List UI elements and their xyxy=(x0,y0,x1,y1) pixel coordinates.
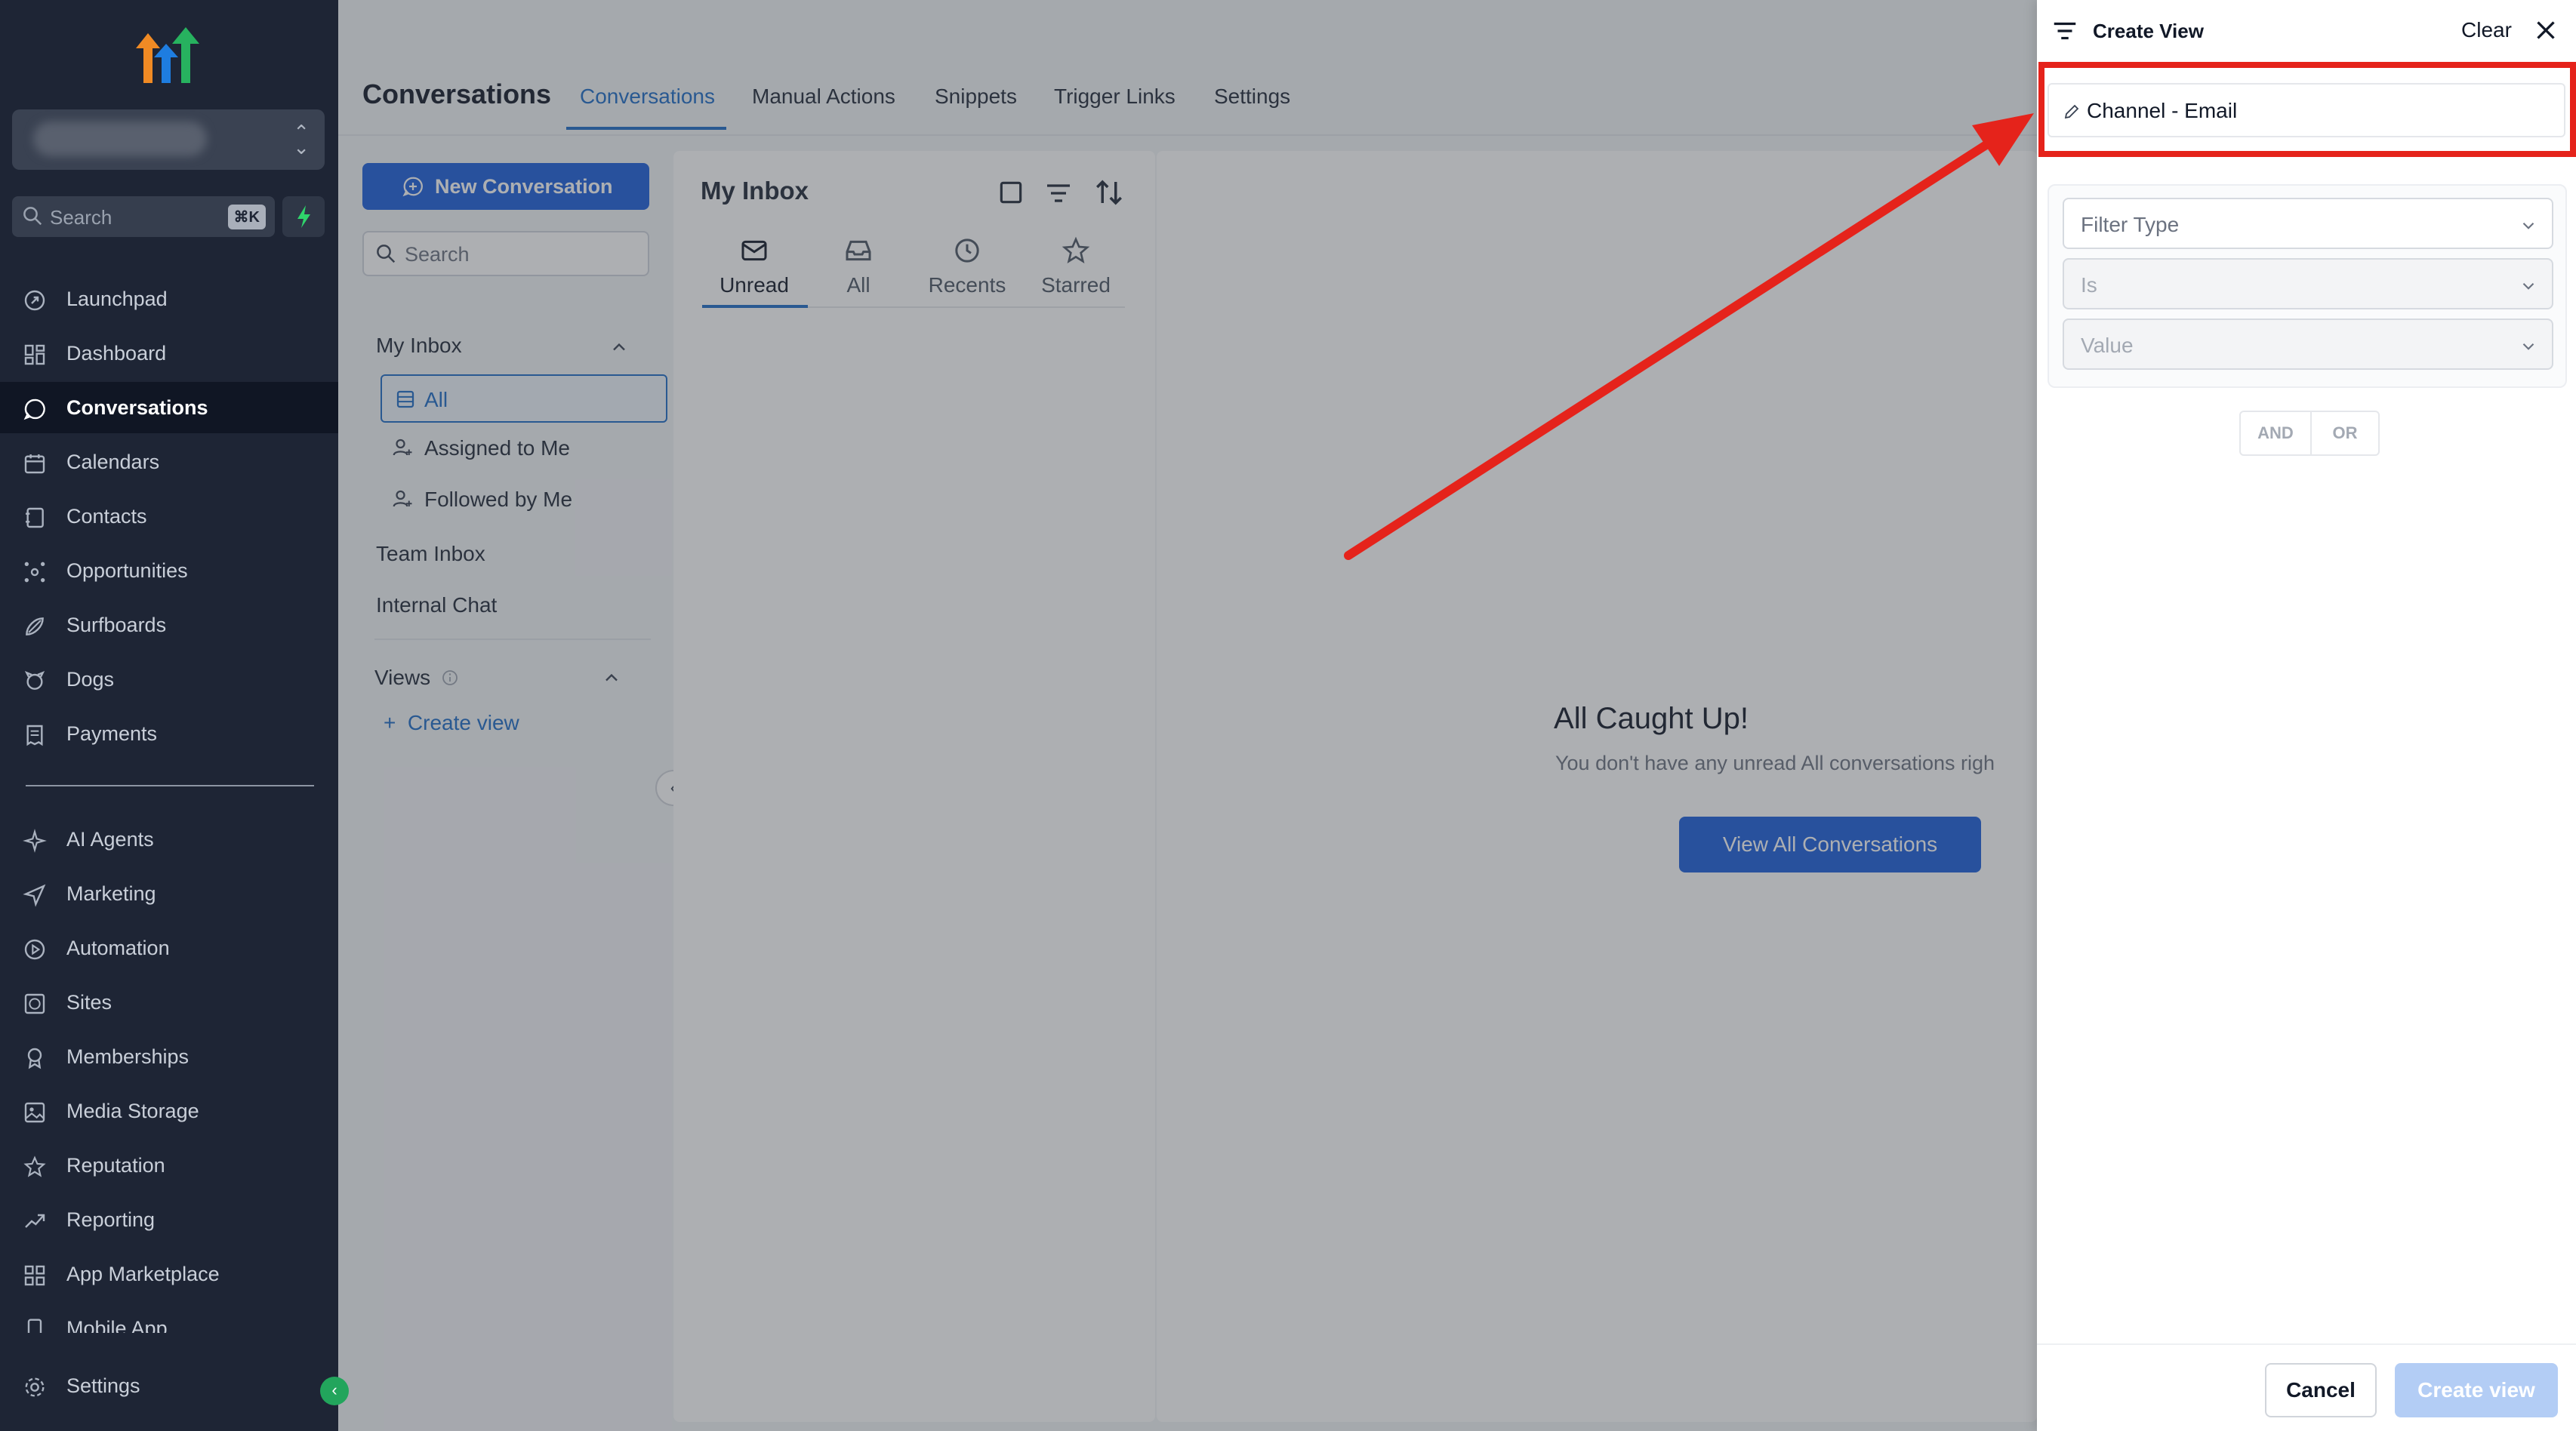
sidebar-item-settings[interactable]: Settings xyxy=(0,1360,338,1411)
select-value: Is xyxy=(2081,273,2097,297)
sidebar-item-memberships[interactable]: Memberships xyxy=(0,1031,338,1082)
sidebar-item-label: Calendars xyxy=(66,451,160,473)
chevron-updown-icon: ⌃ ⌄ xyxy=(293,121,310,158)
operator-select[interactable]: Is xyxy=(2063,258,2553,309)
sidebar-item-label: Payments xyxy=(66,722,158,745)
sidebar-item-media-storage[interactable]: Media Storage xyxy=(0,1085,338,1137)
select-value: Filter Type xyxy=(2081,213,2180,236)
create-view-button[interactable]: Create view xyxy=(2395,1363,2558,1417)
sidebar-item-label: Launchpad xyxy=(66,288,168,310)
sidebar-item-opportunities[interactable]: Opportunities xyxy=(0,545,338,596)
and-or-toggle: AND OR xyxy=(2239,411,2380,456)
and-button[interactable]: AND xyxy=(2241,412,2312,454)
filter-icon xyxy=(2054,22,2076,40)
sidebar: ⌃ ⌄ Search ⌘K Launchpad Dashboard Convers… xyxy=(0,0,338,1431)
sidebar-item-label: Opportunities xyxy=(66,559,188,582)
drawer-title: Create View xyxy=(2093,20,2204,42)
sidebar-item-label: Settings xyxy=(66,1374,140,1397)
sidebar-item-label: Marketing xyxy=(66,882,156,905)
rocket-icon xyxy=(24,290,45,311)
sidebar-item-label: Conversations xyxy=(66,396,208,419)
account-switcher[interactable]: ⌃ ⌄ xyxy=(12,109,325,170)
sidebar-item-launchpad[interactable]: Launchpad xyxy=(0,273,338,325)
filter-group: Filter Type Is Value xyxy=(2048,184,2567,388)
sidebar-search[interactable]: Search ⌘K xyxy=(12,196,275,237)
send-icon xyxy=(23,884,46,907)
phone-icon xyxy=(27,1319,42,1333)
gear-icon xyxy=(25,1377,45,1397)
sidebar-item-mobile-app[interactable]: Mobile App xyxy=(0,1303,338,1333)
network-icon xyxy=(24,562,45,583)
search-icon xyxy=(23,207,42,226)
bolt-icon xyxy=(297,205,310,228)
sidebar-item-app-marketplace[interactable]: App Marketplace xyxy=(0,1248,338,1300)
sidebar-item-dashboard[interactable]: Dashboard xyxy=(0,328,338,379)
sidebar-item-label: Media Storage xyxy=(66,1100,199,1122)
surfboard-icon xyxy=(26,617,44,635)
sidebar-item-reporting[interactable]: Reporting xyxy=(0,1194,338,1245)
drawer-footer-divider xyxy=(2037,1343,2576,1345)
filter-type-select[interactable]: Filter Type xyxy=(2063,198,2553,249)
clear-button[interactable]: Clear xyxy=(2461,18,2512,42)
star-icon xyxy=(23,1156,46,1177)
sidebar-item-label: Sites xyxy=(66,991,112,1014)
sidebar-item-label: Memberships xyxy=(66,1045,190,1068)
receipt-icon xyxy=(26,725,43,746)
sidebar-item-label: App Marketplace xyxy=(66,1263,220,1285)
sidebar-item-label: Reputation xyxy=(66,1154,165,1177)
sidebar-item-label: Surfboards xyxy=(66,614,167,636)
image-icon xyxy=(24,1102,45,1123)
chevron-down-icon xyxy=(2522,222,2534,229)
cancel-button[interactable]: Cancel xyxy=(2265,1363,2377,1417)
search-shortcut-badge: ⌘K xyxy=(227,205,266,229)
sidebar-item-automation[interactable]: Automation xyxy=(0,922,338,974)
sidebar-item-label: Mobile App xyxy=(66,1317,168,1333)
account-name-blurred xyxy=(33,122,207,156)
sidebar-item-calendars[interactable]: Calendars xyxy=(0,436,338,488)
close-icon[interactable] xyxy=(2532,17,2559,44)
award-icon xyxy=(27,1048,42,1069)
sidebar-item-label: Reporting xyxy=(66,1208,156,1231)
sidebar-item-label: AI Agents xyxy=(66,828,154,851)
sidebar-search-label: Search xyxy=(50,206,112,229)
sidebar-item-dogs[interactable]: Dogs xyxy=(0,654,338,705)
contacts-icon xyxy=(26,507,44,528)
sparkle-icon xyxy=(23,829,47,853)
sidebar-item-marketing[interactable]: Marketing xyxy=(0,868,338,919)
sidebar-item-label: Dogs xyxy=(66,668,115,691)
quick-action-button[interactable] xyxy=(282,196,325,237)
app-logo-icon xyxy=(136,27,199,83)
grid-icon xyxy=(24,1265,45,1286)
sidebar-item-label: Dashboard xyxy=(66,342,167,365)
sidebar-item-label: Contacts xyxy=(66,505,147,528)
sidebar-item-sites[interactable]: Sites xyxy=(0,977,338,1028)
sidebar-item-ai-agents[interactable]: AI Agents xyxy=(0,814,338,865)
chevron-down-icon xyxy=(2522,282,2534,290)
value-select[interactable]: Value xyxy=(2063,319,2553,370)
select-value: Value xyxy=(2081,334,2134,357)
calendar-icon xyxy=(24,454,45,474)
globe-box-icon xyxy=(24,993,45,1014)
sidebar-item-label: Automation xyxy=(66,937,170,959)
chat-icon xyxy=(23,399,45,420)
sidebar-item-conversations[interactable]: Conversations xyxy=(0,382,338,433)
modal-backdrop[interactable] xyxy=(338,0,2037,1431)
annotation-highlight-box xyxy=(2038,62,2576,157)
trend-icon xyxy=(25,1214,45,1228)
paw-icon xyxy=(24,671,45,690)
create-view-drawer: Create View Clear Filter Type Is Value A… xyxy=(2037,0,2576,1431)
sidebar-item-reputation[interactable]: Reputation xyxy=(0,1140,338,1191)
sidebar-item-payments[interactable]: Payments xyxy=(0,708,338,759)
sidebar-item-contacts[interactable]: Contacts xyxy=(0,491,338,542)
chevron-down-icon xyxy=(2522,343,2534,350)
dashboard-icon xyxy=(24,344,45,365)
sidebar-divider xyxy=(26,785,314,786)
play-circle-icon xyxy=(24,939,45,960)
sidebar-collapse-button[interactable]: ‹ xyxy=(320,1377,349,1405)
or-button[interactable]: OR xyxy=(2312,412,2378,454)
sidebar-item-surfboards[interactable]: Surfboards xyxy=(0,599,338,651)
